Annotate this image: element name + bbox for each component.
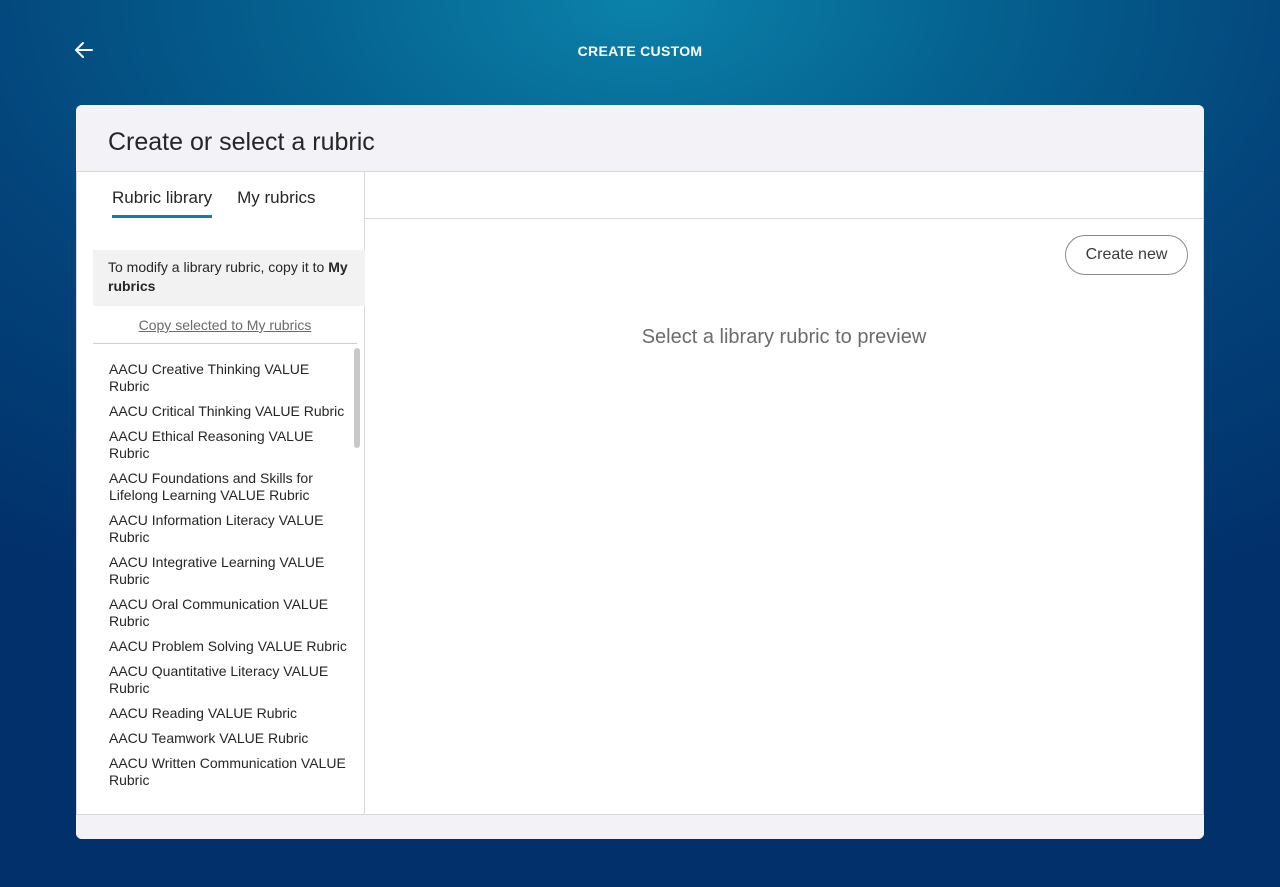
tab-rubric-library[interactable]: Rubric library (112, 172, 213, 218)
tab-bar: Rubric library My rubrics (77, 172, 364, 250)
list-item[interactable]: AACU Ethical Reasoning VALUE Rubric (93, 428, 351, 462)
preview-placeholder: Select a library rubric to preview (641, 326, 927, 348)
list-item[interactable]: AACU Foundations and Skills for Lifelong… (93, 470, 351, 504)
card-title: Create or select a rubric (108, 128, 375, 156)
copy-selected-link[interactable]: Copy selected to My rubrics (139, 317, 312, 333)
list-item[interactable]: AACU Integrative Learning VALUE Rubric (93, 554, 351, 588)
preview-panel: Create new Select a library rubric to pr… (365, 172, 1203, 814)
tab-my-rubrics[interactable]: My rubrics (237, 172, 315, 218)
card-header: Create or select a rubric (76, 105, 1204, 172)
copy-notice: To modify a library rubric, copy it to M… (93, 250, 365, 306)
copy-link-wrap: Copy selected to My rubrics (93, 306, 357, 344)
page-title: CREATE CUSTOM (577, 43, 703, 59)
list-item[interactable]: AACU Teamwork VALUE Rubric (93, 730, 351, 747)
list-item[interactable]: AACU Critical Thinking VALUE Rubric (93, 403, 351, 420)
list-item[interactable]: AACU Information Literacy VALUE Rubric (93, 512, 351, 546)
list-item[interactable]: AACU Problem Solving VALUE Rubric (93, 638, 351, 655)
list-scrollbar[interactable] (354, 348, 360, 448)
card-footer (76, 815, 1204, 839)
notice-text: To modify a library rubric, copy it to (108, 259, 329, 275)
list-item[interactable]: AACU Written Communication VALUE Rubric (93, 755, 351, 789)
list-item[interactable]: AACU Quantitative Literacy VALUE Rubric (93, 663, 351, 697)
list-item[interactable]: AACU Oral Communication VALUE Rubric (93, 596, 351, 630)
list-item[interactable]: AACU Reading VALUE Rubric (93, 705, 351, 722)
create-new-button[interactable]: Create new (1065, 235, 1188, 275)
preview-toolbar (365, 172, 1203, 219)
rubric-list: AACU Creative Thinking VALUE Rubric AACU… (93, 350, 364, 814)
rubric-card: Create or select a rubric Rubric library… (76, 105, 1204, 839)
card-body: Rubric library My rubrics To modify a li… (76, 172, 1204, 815)
list-item[interactable]: AACU Creative Thinking VALUE Rubric (93, 361, 351, 395)
left-panel: Rubric library My rubrics To modify a li… (77, 172, 365, 814)
